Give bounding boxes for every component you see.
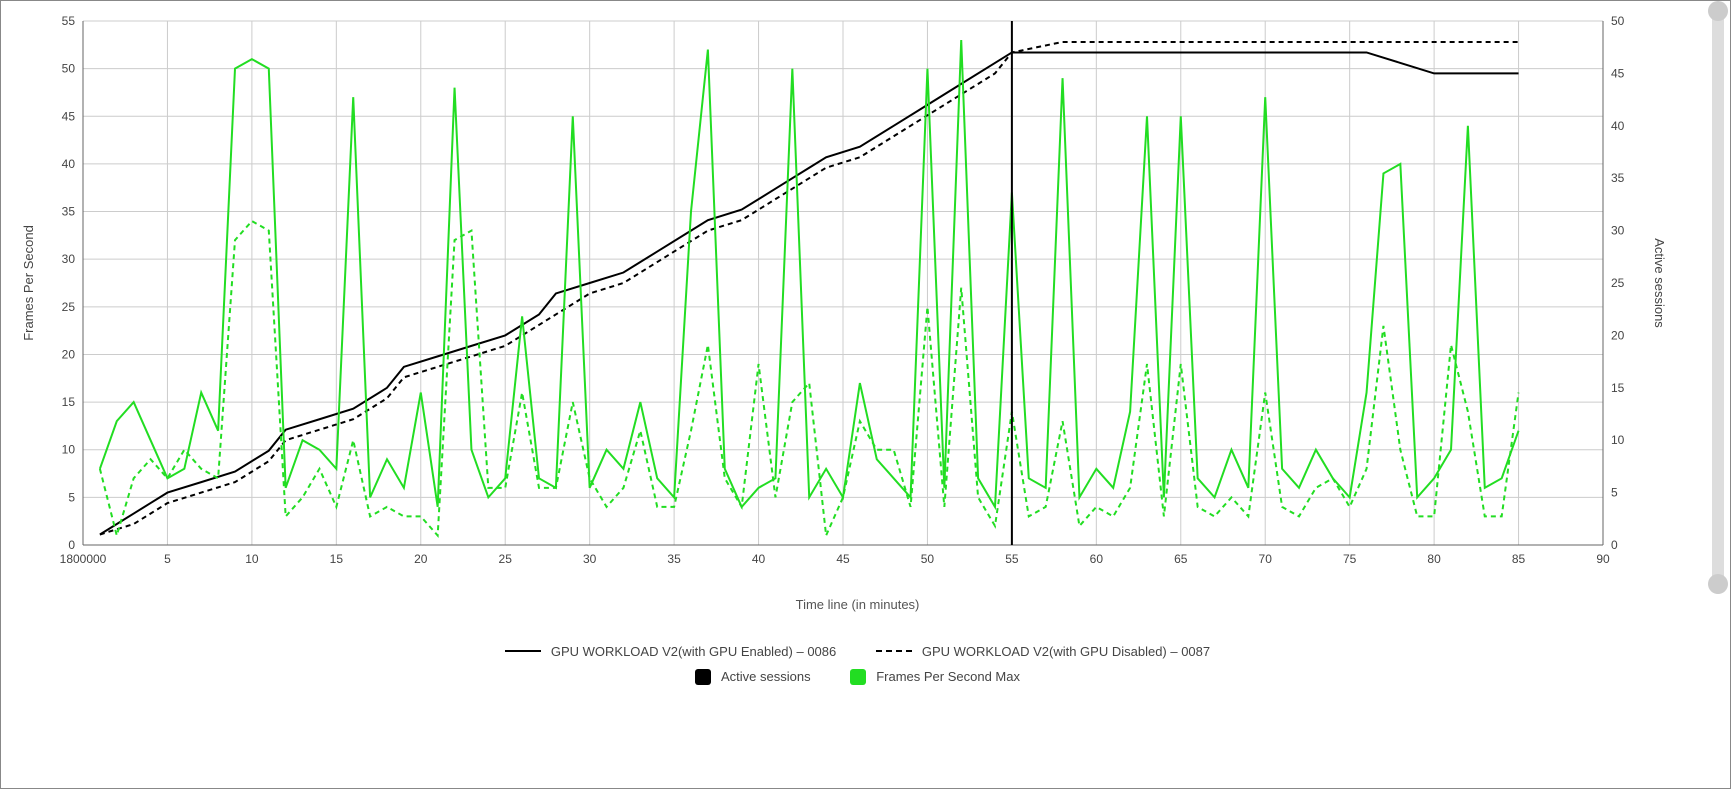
chart-svg: 0510152025303540455055051015202530354045… [13,13,1673,573]
svg-text:15: 15 [1611,381,1625,395]
svg-text:50: 50 [1611,14,1625,28]
svg-text:35: 35 [62,205,76,219]
svg-text:40: 40 [1611,119,1625,133]
slider-knob-bottom[interactable] [1708,574,1728,594]
svg-text:20: 20 [62,347,76,361]
legend-dashed[interactable]: GPU WORKLOAD V2(with GPU Disabled) – 008… [876,644,1210,659]
svg-text:10: 10 [1611,433,1625,447]
svg-text:55: 55 [1005,552,1019,566]
svg-text:5: 5 [1611,486,1618,500]
svg-text:30: 30 [583,552,597,566]
svg-text:Frames Per Second: Frames Per Second [21,225,36,341]
svg-text:15: 15 [62,395,76,409]
svg-text:0: 0 [68,538,75,552]
svg-text:30: 30 [62,252,76,266]
legend-green-label: Frames Per Second Max [876,669,1020,684]
slider-knob-top[interactable] [1708,1,1728,21]
svg-text:45: 45 [836,552,850,566]
legend-dashed-label: GPU WORKLOAD V2(with GPU Disabled) – 008… [922,644,1210,659]
svg-text:15: 15 [330,552,344,566]
svg-text:65: 65 [1174,552,1188,566]
svg-text:45: 45 [62,109,76,123]
svg-text:5: 5 [68,490,75,504]
svg-text:45: 45 [1611,66,1625,80]
svg-text:85: 85 [1512,552,1526,566]
svg-text:20: 20 [1611,328,1625,342]
svg-text:25: 25 [62,300,76,314]
svg-text:35: 35 [667,552,681,566]
svg-text:25: 25 [1611,276,1625,290]
legend-black-label: Active sessions [721,669,811,684]
svg-text:25: 25 [499,552,513,566]
legend-row-color: Active sessions Frames Per Second Max [13,669,1702,688]
svg-text:75: 75 [1343,552,1357,566]
svg-text:20: 20 [414,552,428,566]
svg-text:1800000: 1800000 [60,552,107,566]
legend-solid[interactable]: GPU WORKLOAD V2(with GPU Enabled) – 0086 [505,644,836,659]
svg-text:40: 40 [752,552,766,566]
svg-text:40: 40 [62,157,76,171]
svg-text:60: 60 [1090,552,1104,566]
svg-text:50: 50 [921,552,935,566]
svg-text:50: 50 [62,62,76,76]
swatch-black-icon [695,669,711,685]
legend-black[interactable]: Active sessions [695,669,811,685]
svg-text:90: 90 [1596,552,1610,566]
legend-green[interactable]: Frames Per Second Max [850,669,1020,685]
swatch-green-icon [850,669,866,685]
svg-text:10: 10 [62,443,76,457]
chart-panel: 0510152025303540455055051015202530354045… [0,0,1731,789]
svg-text:80: 80 [1427,552,1441,566]
plot-area: 0510152025303540455055051015202530354045… [13,13,1702,583]
svg-text:70: 70 [1259,552,1273,566]
svg-text:Active sessions: Active sessions [1652,238,1667,328]
svg-text:0: 0 [1611,538,1618,552]
range-slider[interactable] [1712,7,1724,588]
svg-text:5: 5 [164,552,171,566]
svg-text:55: 55 [62,14,76,28]
svg-text:30: 30 [1611,224,1625,238]
x-axis-title: Time line (in minutes) [13,597,1702,612]
svg-text:35: 35 [1611,171,1625,185]
legend-solid-label: GPU WORKLOAD V2(with GPU Enabled) – 0086 [551,644,836,659]
legend: GPU WORKLOAD V2(with GPU Enabled) – 0086… [13,640,1702,688]
line-dashed-icon [876,650,912,652]
legend-row-linestyle: GPU WORKLOAD V2(with GPU Enabled) – 0086… [13,640,1702,659]
svg-text:10: 10 [245,552,259,566]
line-solid-icon [505,650,541,652]
